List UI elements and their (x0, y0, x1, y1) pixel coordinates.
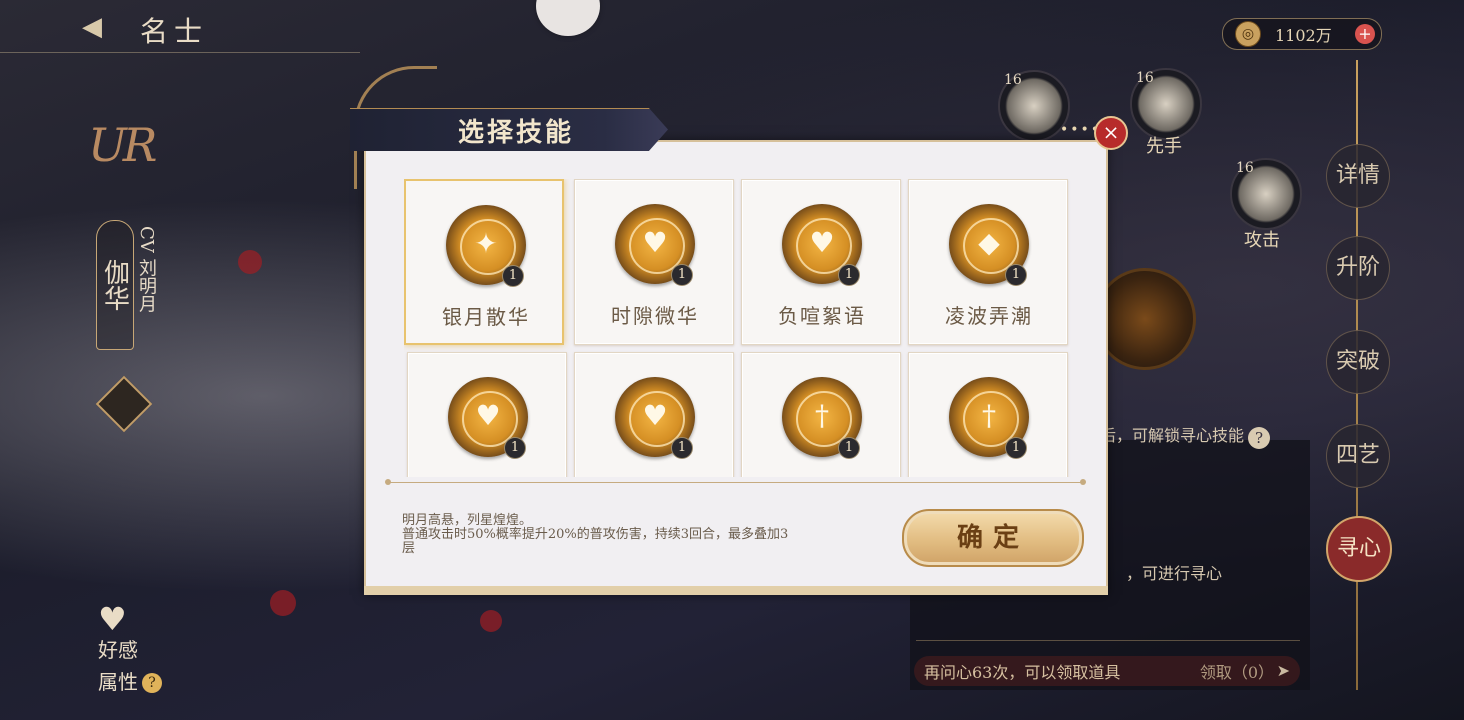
seek-heart-emblem[interactable] (1094, 268, 1196, 370)
help-icon[interactable]: ? (142, 673, 162, 693)
skill-level-badge: 1 (671, 264, 693, 286)
skill-card[interactable]: † 1 (741, 352, 901, 477)
skill-card[interactable]: ◆ 1 凌波弄潮 (908, 179, 1068, 345)
help-icon[interactable]: ? (1248, 427, 1271, 449)
skill-name: 时隙微华 (611, 304, 699, 328)
skill-level-badge: 1 (502, 265, 524, 287)
skill-level-badge: 1 (1005, 264, 1027, 286)
header-divider (0, 52, 360, 53)
favor-button[interactable]: 好感 (98, 634, 138, 663)
skill-glyph: † (815, 399, 829, 432)
currency-display: ◎ 1102万 + (1222, 18, 1382, 50)
copper-coin-icon: ◎ (1235, 21, 1261, 47)
attributes-button[interactable]: 属性? (98, 666, 162, 695)
divider-dot (1080, 479, 1086, 485)
attributes-label: 属性 (98, 670, 138, 694)
trace-hint: ，可进行寻心 (1126, 564, 1223, 583)
skill-description: 明月高悬，列星煌煌。 普通攻击时50%概率提升20%的普攻伤害，持续3回合，最多… (402, 514, 792, 556)
tab-details[interactable]: 详情 (1326, 144, 1390, 208)
skill-level-badge: 1 (838, 437, 860, 459)
gem-label: 先手 (1146, 136, 1182, 157)
skill-card[interactable]: † 1 (908, 352, 1068, 477)
dialog-title: 选择技能 (458, 118, 575, 148)
tab-breakthrough[interactable]: 突破 (1326, 330, 1390, 394)
unlock-hint: 后，可解锁寻心技能? (1100, 422, 1271, 449)
voice-actor-label: CV 刘明月 (136, 226, 157, 313)
skill-glyph: ◆ (978, 226, 1000, 259)
skill-name: 银月散华 (442, 305, 530, 329)
back-icon: ◀ (82, 12, 102, 42)
page-title: 名士 (140, 15, 209, 48)
tab-seek-heart[interactable]: 寻心 (1326, 516, 1392, 582)
reward-claim-label: 领取（0） (1199, 663, 1274, 682)
close-button[interactable]: × (1094, 116, 1128, 150)
gem-level: 16 (1136, 70, 1154, 86)
dialog-bottom-border (364, 586, 1108, 595)
gem-label: 攻击 (1244, 230, 1280, 251)
reward-progress-bar[interactable]: 再问心63次，可以领取道具 领取（0） ➤ (914, 656, 1300, 686)
skill-card[interactable]: ✦ 1 银月散华 (404, 179, 564, 345)
currency-amount: 1102万 (1275, 26, 1332, 45)
skill-level-badge: 1 (838, 264, 860, 286)
panel-divider (916, 640, 1300, 641)
gem-slot[interactable]: 16 (1130, 68, 1202, 140)
gem-slot[interactable]: 16 (1230, 158, 1302, 230)
skill-glyph: ✦ (474, 227, 498, 260)
confirm-button[interactable]: 确定 (902, 509, 1084, 567)
background-flower (480, 610, 502, 632)
skill-glyph: ♥ (642, 399, 668, 432)
arrow-right-icon[interactable]: ➤ (1277, 661, 1290, 680)
skill-card[interactable]: ♥ 1 负喧絮语 (741, 179, 901, 345)
skill-grid: ✦ 1 银月散华 ♥ 1 时隙微华 ♥ 1 负喧絮语 ◆ 1 凌波弄潮 ♥ 1 … (404, 179, 1072, 477)
skill-card[interactable]: ♥ 1 时隙微华 (574, 179, 734, 345)
description-line2: 普通攻击时50%概率提升20%的普攻伤害，持续3回合，最多叠加3层 (402, 527, 789, 556)
gem-level: 16 (1004, 72, 1022, 88)
tab-arts[interactable]: 四艺 (1326, 424, 1390, 488)
skill-name: 凌波弄潮 (945, 304, 1033, 328)
description-line1: 明月高悬，列星煌煌。 (402, 513, 533, 528)
background-flower (270, 590, 296, 616)
divider-dot (385, 479, 391, 485)
rarity-badge: UR (88, 118, 157, 172)
skill-glyph: ♥ (642, 226, 668, 259)
character-name: 伽华 (96, 220, 134, 350)
skill-glyph: † (982, 399, 996, 432)
gem-level: 16 (1236, 160, 1254, 176)
dialog-divider (388, 482, 1084, 483)
add-currency-button[interactable]: + (1355, 24, 1375, 44)
skill-name: 负喧絮语 (778, 304, 866, 328)
skill-card[interactable]: ♥ 1 (407, 352, 567, 477)
skill-level-badge: 1 (504, 437, 526, 459)
skill-card[interactable]: ♥ 1 (574, 352, 734, 477)
heart-icon[interactable]: ♥ (98, 600, 140, 638)
back-button[interactable]: ◀ (82, 12, 130, 42)
skill-glyph: ♥ (475, 399, 501, 432)
skill-level-badge: 1 (1005, 437, 1027, 459)
background-flower (238, 250, 262, 274)
skill-level-badge: 1 (671, 437, 693, 459)
tab-upgrade[interactable]: 升阶 (1326, 236, 1390, 300)
reward-text: 再问心63次，可以领取道具 (924, 663, 1121, 682)
skill-glyph: ♥ (809, 226, 835, 259)
unlock-hint-text: 后，可解锁寻心技能 (1100, 426, 1245, 445)
